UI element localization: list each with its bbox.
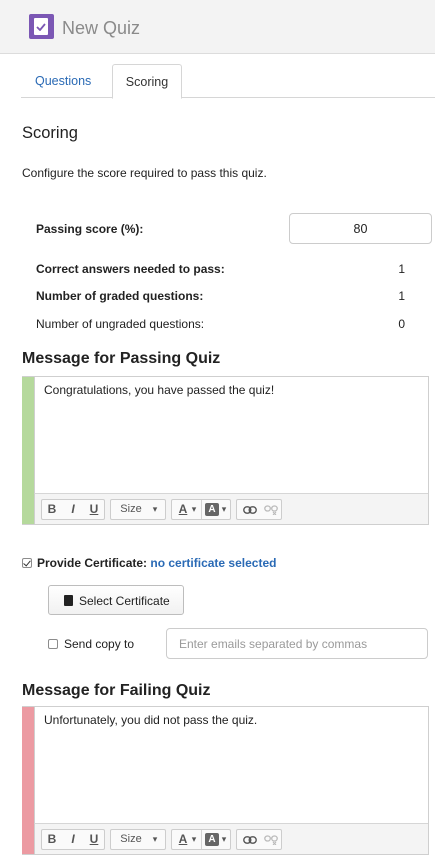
send-copy-label: Send copy to (64, 637, 135, 651)
tab-scoring[interactable]: Scoring (112, 64, 182, 99)
size-label: Size (120, 503, 142, 515)
scoring-heading: Scoring (22, 124, 78, 142)
correct-answers-value: 1 (398, 262, 405, 276)
passing-score-label: Passing score (%): (36, 222, 144, 236)
chevron-down-icon[interactable]: ▾ (219, 500, 229, 519)
tab-questions[interactable]: Questions (21, 64, 105, 98)
bold-button[interactable]: B (42, 830, 62, 849)
bold-button[interactable]: B (42, 500, 62, 519)
quiz-app-icon (29, 14, 54, 39)
tab-bar: Questions Scoring (21, 64, 435, 99)
passing-score-input[interactable] (289, 213, 432, 244)
chevron-down-icon[interactable]: ▾ (189, 830, 199, 849)
ungraded-questions-label: Number of ungraded questions: (36, 317, 205, 331)
chevron-down-icon: ▾ (152, 504, 158, 514)
provide-certificate-label: Provide Certificate: (37, 556, 148, 570)
failing-editor-toolbar: B I U Size ▾ A ▾ A ▾ (34, 823, 428, 854)
passing-message-editor: Congratulations, you have passed the qui… (22, 376, 429, 525)
title-bar: New Quiz (0, 0, 435, 54)
link-icon[interactable] (240, 830, 260, 849)
color-group: A ▾ A ▾ (171, 499, 231, 520)
format-group: B I U (41, 829, 105, 850)
unlink-icon[interactable] (261, 830, 281, 849)
send-copy-checkbox[interactable] (48, 639, 58, 649)
passing-message-heading: Message for Passing Quiz (22, 350, 221, 367)
failing-message-editor: Unfortunately, you did not pass the quiz… (22, 706, 429, 855)
send-copy-email-input[interactable] (166, 628, 428, 659)
failing-message-textarea[interactable]: Unfortunately, you did not pass the quiz… (34, 707, 428, 824)
window-title: New Quiz (62, 18, 141, 38)
background-color-button[interactable]: A (205, 503, 219, 516)
link-group (236, 829, 282, 850)
scoring-description: Configure the score required to pass thi… (22, 166, 267, 180)
format-group: B I U (41, 499, 105, 520)
graded-questions-value: 1 (398, 289, 405, 303)
size-label: Size (120, 833, 142, 845)
select-certificate-label: Select Certificate (79, 594, 170, 608)
certificate-icon (64, 595, 73, 606)
chevron-down-icon: ▾ (152, 834, 158, 844)
italic-button[interactable]: I (63, 830, 83, 849)
link-icon[interactable] (240, 500, 260, 519)
select-certificate-button[interactable]: Select Certificate (48, 585, 184, 615)
ungraded-questions-value: 0 (398, 317, 405, 331)
chevron-down-icon[interactable]: ▾ (219, 830, 229, 849)
graded-questions-label: Number of graded questions: (36, 289, 204, 303)
correct-answers-label: Correct answers needed to pass: (36, 262, 225, 276)
chevron-down-icon[interactable]: ▾ (189, 500, 199, 519)
certificate-status: no certificate selected (150, 556, 277, 570)
font-color-button[interactable]: A (176, 830, 190, 849)
size-dropdown[interactable]: Size ▾ (110, 499, 166, 520)
passing-accent-bar (22, 377, 34, 524)
passing-editor-toolbar: B I U Size ▾ A ▾ A ▾ (34, 493, 428, 524)
background-color-button[interactable]: A (205, 833, 219, 846)
underline-button[interactable]: U (84, 830, 104, 849)
color-group: A ▾ A ▾ (171, 829, 231, 850)
italic-button[interactable]: I (63, 500, 83, 519)
size-dropdown[interactable]: Size ▾ (110, 829, 166, 850)
passing-message-textarea[interactable]: Congratulations, you have passed the qui… (34, 377, 428, 494)
link-group (236, 499, 282, 520)
underline-button[interactable]: U (84, 500, 104, 519)
font-color-button[interactable]: A (176, 500, 190, 519)
unlink-icon[interactable] (261, 500, 281, 519)
failing-message-heading: Message for Failing Quiz (22, 682, 211, 699)
provide-certificate-checkbox[interactable] (22, 558, 32, 568)
failing-accent-bar (22, 707, 34, 854)
